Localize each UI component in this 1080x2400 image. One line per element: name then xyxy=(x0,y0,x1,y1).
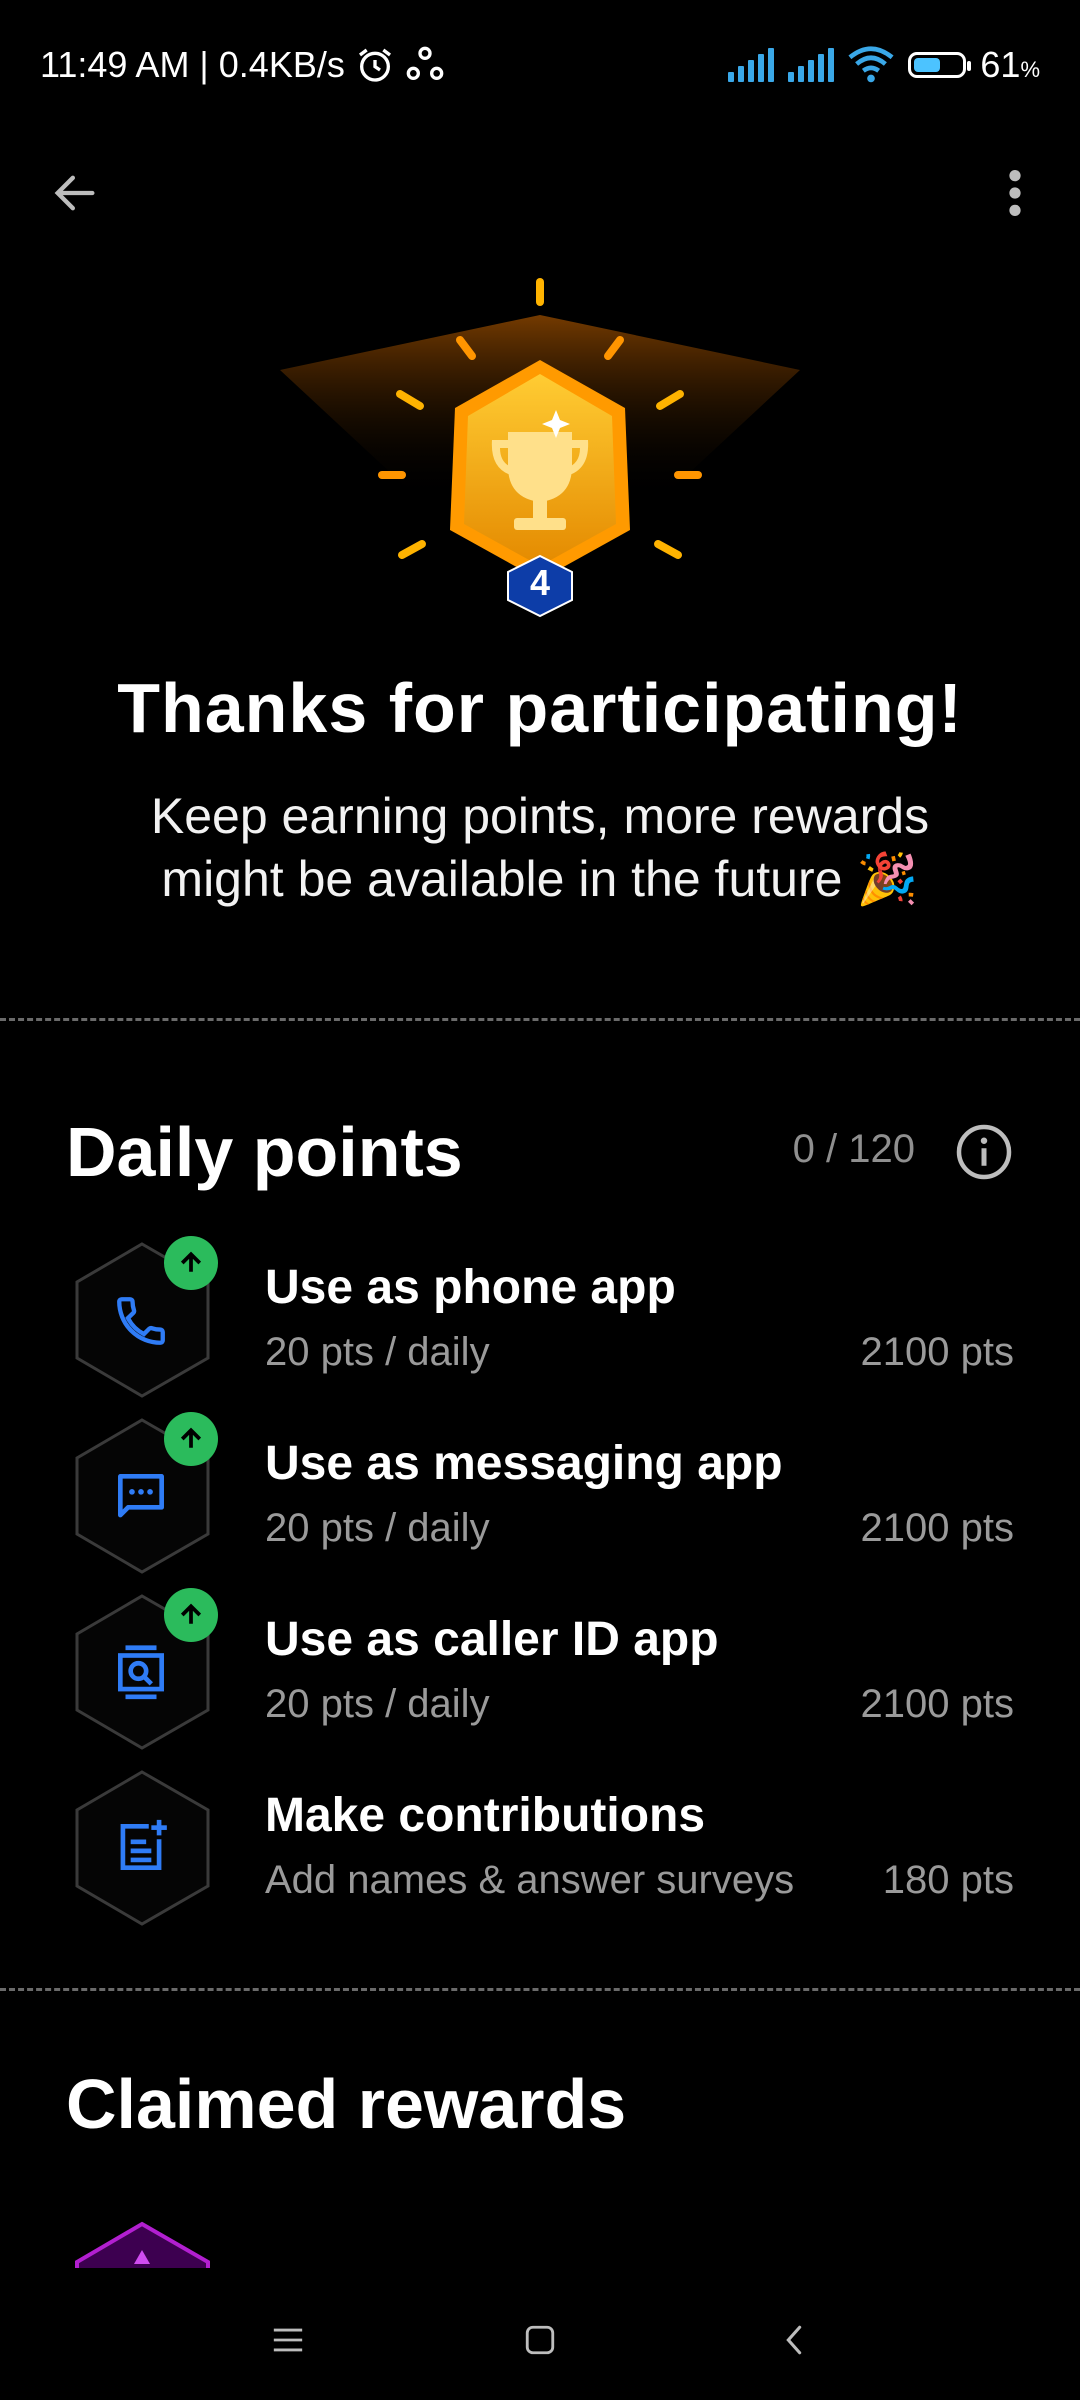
menu-icon xyxy=(273,2328,303,2352)
arrow-left-icon xyxy=(54,175,95,211)
more-vert-icon xyxy=(1009,170,1021,216)
boost-badge xyxy=(164,1236,218,1290)
arrow-up-icon xyxy=(180,1427,202,1448)
back-icon xyxy=(786,2325,802,2355)
boost-badge xyxy=(164,1412,218,1466)
section-divider xyxy=(0,1018,1080,1021)
task-subtitle: 20 pts / daily xyxy=(265,1330,490,1374)
party-emoji: 🎉 xyxy=(856,851,919,907)
nav-back-button[interactable] xyxy=(764,2310,824,2370)
note-add-icon xyxy=(120,1819,167,1870)
task-points: 2100 pts xyxy=(860,1506,1014,1550)
thanks-title: Thanks for participating! xyxy=(117,669,963,747)
subtitle-line-2: might be available in the future 🎉 xyxy=(100,848,980,911)
battery-value: 61 xyxy=(980,44,1021,85)
nav-menu-button[interactable] xyxy=(258,2310,318,2370)
home-icon xyxy=(525,2325,555,2355)
task-messaging-app[interactable]: Use as messaging app 20 pts / daily 2100… xyxy=(0,1412,1080,1591)
battery-level: 61% xyxy=(980,44,1040,86)
signal-icon xyxy=(728,48,775,82)
message-icon xyxy=(118,1474,164,1518)
more-options-button[interactable] xyxy=(980,158,1050,228)
task-points: 180 pts xyxy=(882,1858,1014,1902)
battery-fill xyxy=(914,58,941,72)
info-icon xyxy=(956,1124,1012,1180)
badge-level: 4 xyxy=(529,562,551,603)
section-divider xyxy=(0,1988,1080,1991)
subtitle-line-2-text: might be available in the future xyxy=(161,851,843,907)
daily-points-title: Daily points xyxy=(66,1113,463,1191)
caller-id-icon xyxy=(118,1645,164,1700)
task-title: Make contributions xyxy=(265,1789,706,1842)
task-subtitle: 20 pts / daily xyxy=(265,1506,490,1550)
task-points: 2100 pts xyxy=(860,1330,1014,1374)
status-right: 61% xyxy=(728,44,1040,86)
subtitle-line-1: Keep earning points, more rewards xyxy=(150,788,930,844)
system-nav-bar xyxy=(0,2280,1080,2400)
task-subtitle: 20 pts / daily xyxy=(265,1682,490,1726)
back-button[interactable] xyxy=(40,158,110,228)
thanks-subtitle: Keep earning points, more rewards might … xyxy=(100,785,980,911)
task-phone-app[interactable]: Use as phone app 20 pts / daily 2100 pts xyxy=(0,1236,1080,1415)
arrow-up-icon xyxy=(180,1251,202,1272)
battery-unit: % xyxy=(1020,57,1040,82)
reward-badge-icon xyxy=(75,2221,210,2268)
sync-icon xyxy=(406,46,444,81)
claimed-rewards-title: Claimed rewards xyxy=(66,2065,627,2143)
nav-home-button[interactable] xyxy=(510,2310,570,2370)
boost-badge xyxy=(164,1588,218,1642)
task-title: Use as messaging app xyxy=(265,1437,783,1490)
signal-icon xyxy=(788,48,835,82)
task-contributions[interactable]: Make contributions Add names & answer su… xyxy=(0,1768,1080,1943)
battery-icon xyxy=(908,52,972,78)
info-button[interactable] xyxy=(954,1122,1014,1182)
status-time-speed: 11:49 AM | 0.4KB/s xyxy=(40,44,345,85)
task-points: 2100 pts xyxy=(860,1682,1014,1726)
status-bar: 11:49 AM | 0.4KB/s 61% xyxy=(0,0,1080,130)
task-title: Use as caller ID app xyxy=(265,1613,719,1666)
alarm-icon xyxy=(358,48,391,82)
status-left: 11:49 AM | 0.4KB/s xyxy=(40,44,445,86)
phone-icon xyxy=(117,1297,165,1345)
task-subtitle: Add names & answer surveys xyxy=(265,1858,795,1902)
daily-points-progress: 0 / 120 xyxy=(792,1127,915,1171)
claimed-reward-item[interactable] xyxy=(70,2220,215,2268)
top-app-bar xyxy=(0,150,1080,230)
level-badge: 4 xyxy=(260,260,820,630)
arrow-up-icon xyxy=(180,1603,202,1624)
task-title: Use as phone app xyxy=(265,1261,676,1314)
task-caller-id-app[interactable]: Use as caller ID app 20 pts / daily 2100… xyxy=(0,1588,1080,1767)
wifi-icon xyxy=(848,46,894,83)
